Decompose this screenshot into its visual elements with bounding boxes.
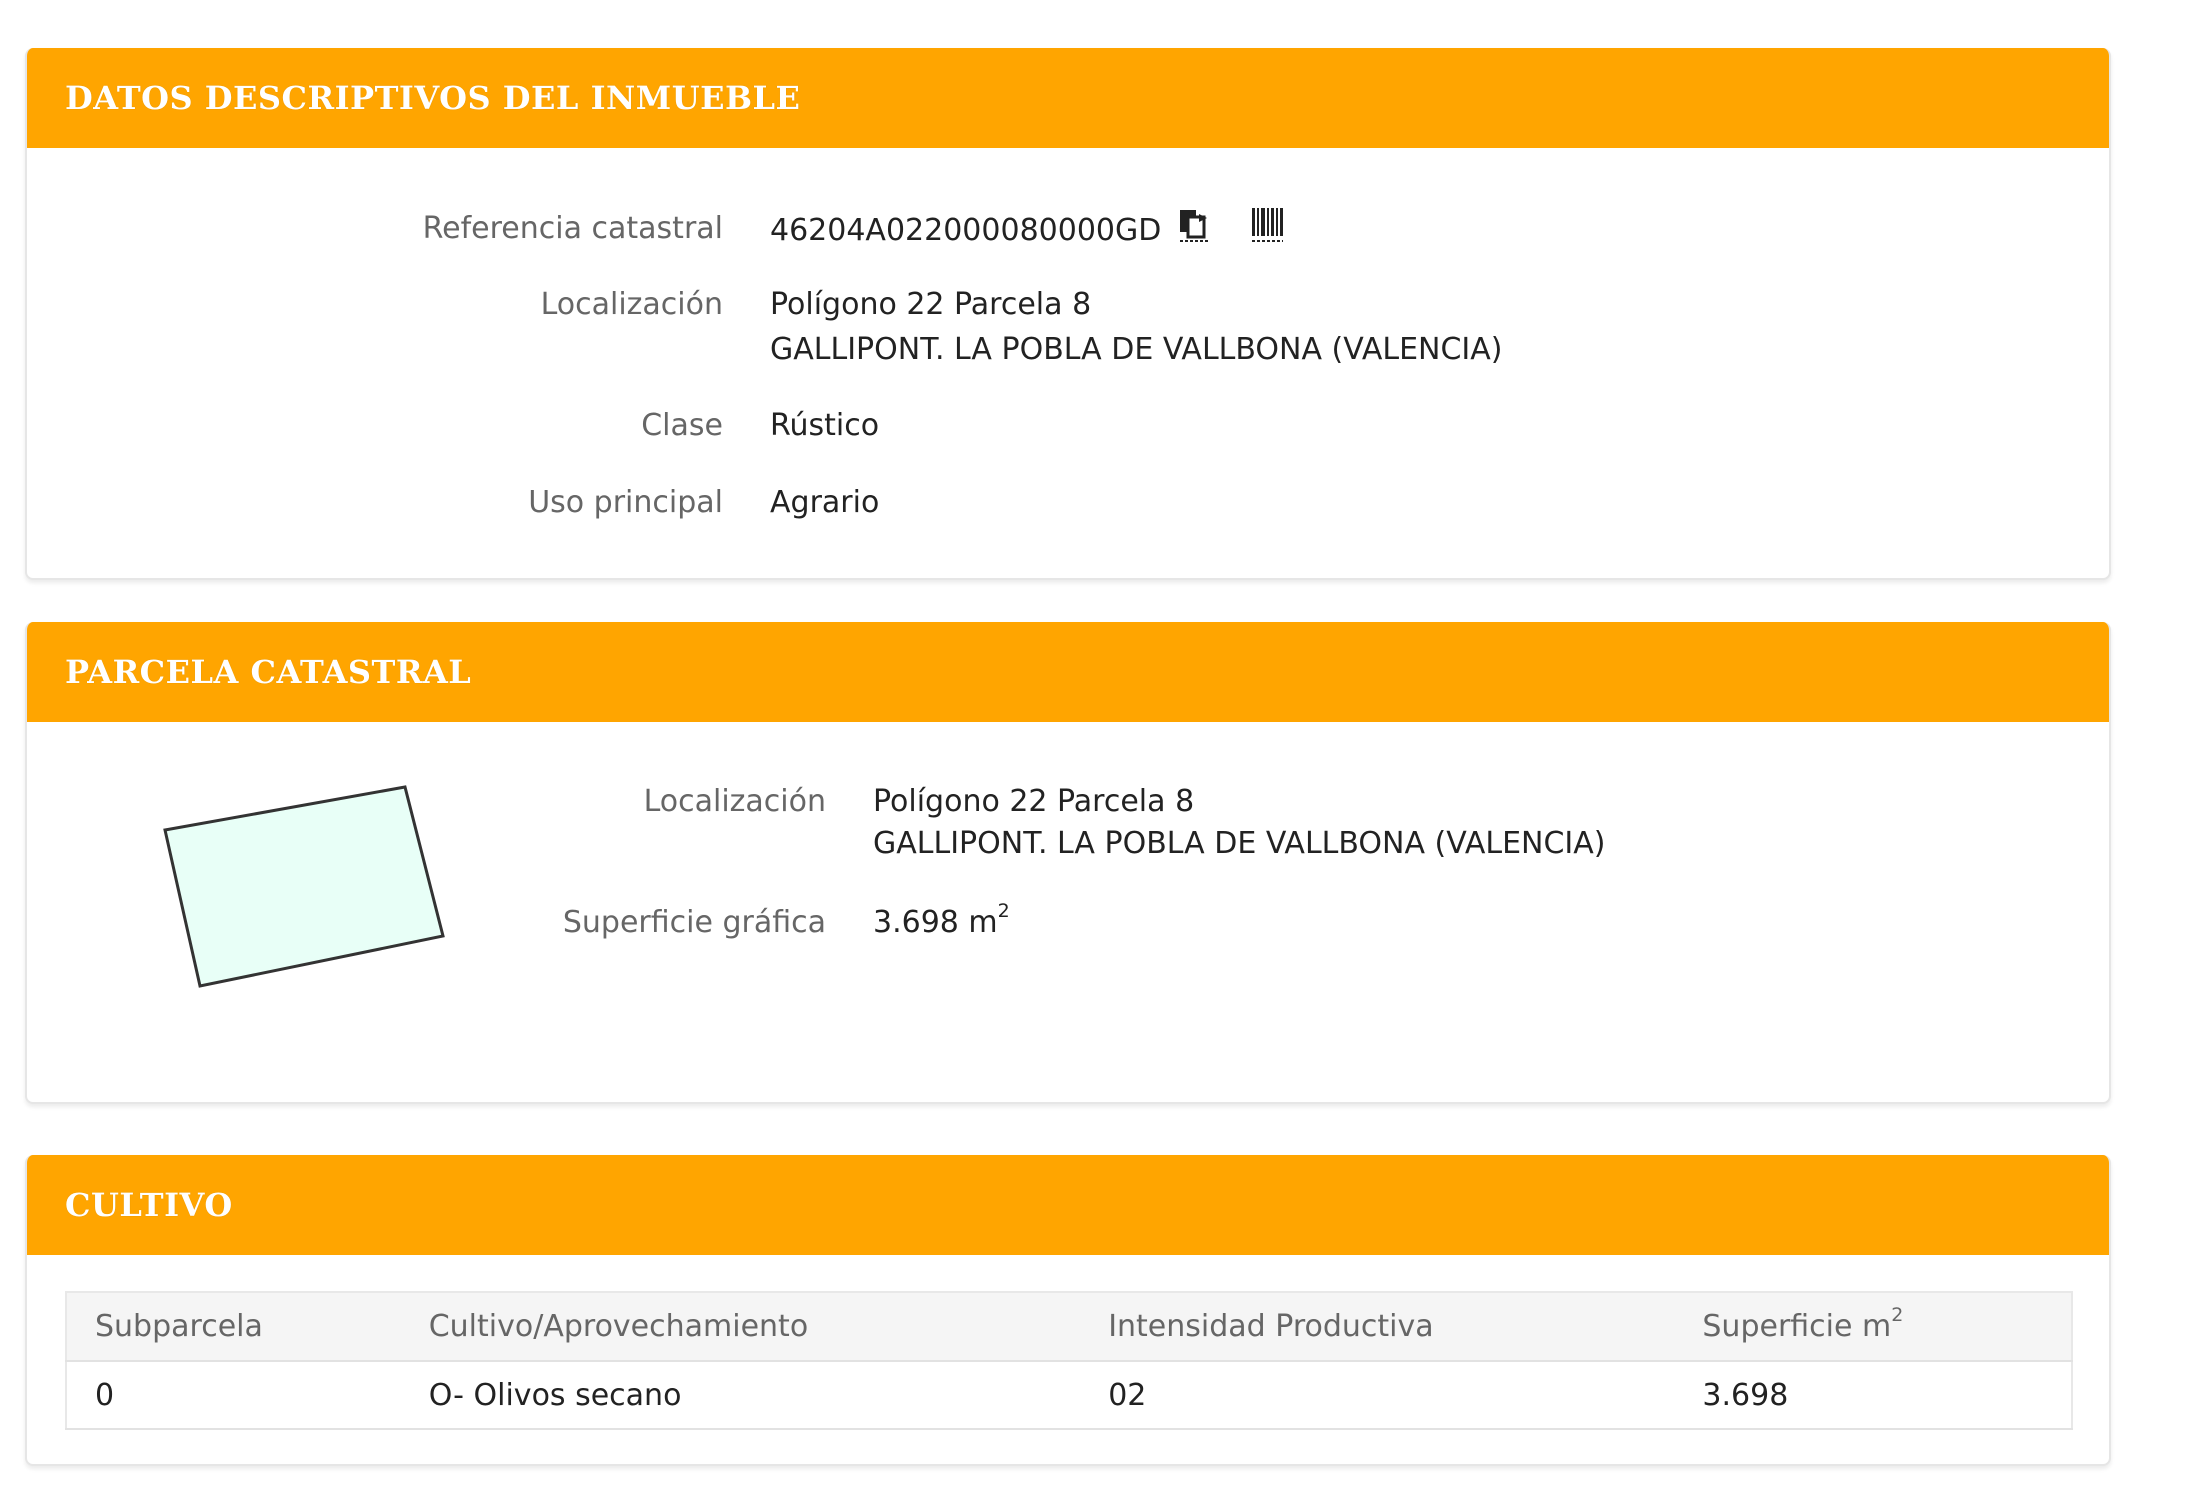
clase-label: Clase <box>641 408 723 443</box>
cultivo-table-header-row: Subparcela Cultivo/Aprovechamiento Inten… <box>65 1291 2073 1362</box>
parcela-catastral-panel: PARCELA CATASTRAL Localización Polígono … <box>25 622 2111 1104</box>
referencia-catastral-label: Referencia catastral <box>422 211 723 246</box>
superficie-grafica-label: Superficie gráfica <box>562 905 826 940</box>
superficie-grafica-text: 3.698 m <box>873 905 998 940</box>
cell-intensidad: 02 <box>1080 1361 1675 1430</box>
parcel-map[interactable] <box>137 777 482 1067</box>
table-row: 0 O- Olivos secano 02 3.698 <box>65 1361 2073 1430</box>
referencia-catastral-value: 46204A022000080000GD <box>770 206 1284 257</box>
cell-superficie: 3.698 <box>1674 1361 2073 1430</box>
header-superficie: Superficie m2 <box>1674 1291 2073 1362</box>
cell-cultivo: O- Olivos secano <box>400 1361 1081 1430</box>
uso-principal-value: Agrario <box>770 485 880 520</box>
header-cultivo-aprovechamiento: Cultivo/Aprovechamiento <box>400 1291 1081 1362</box>
referencia-catastral-text[interactable]: 46204A022000080000GD <box>770 213 1161 248</box>
parcela-localizacion-label: Localización <box>643 784 826 819</box>
header-subparcela: Subparcela <box>65 1291 401 1362</box>
localizacion-label: Localización <box>540 287 723 322</box>
localizacion-line2: GALLIPONT. LA POBLA DE VALLBONA (VALENCI… <box>770 332 1503 367</box>
cell-subparcela: 0 <box>65 1361 401 1430</box>
datos-descriptivos-panel: DATOS DESCRIPTIVOS DEL INMUEBLE Referenc… <box>25 48 2111 580</box>
localizacion-value: Polígono 22 Parcela 8 GALLIPONT. LA POBL… <box>770 282 1503 372</box>
localizacion-line1: Polígono 22 Parcela 8 <box>770 287 1092 322</box>
clase-value: Rústico <box>770 408 880 443</box>
cultivo-panel: CULTIVO Subparcela Cultivo/Aprovechamien… <box>25 1155 2111 1466</box>
parcel-shape <box>163 785 445 988</box>
cultivo-table: Subparcela Cultivo/Aprovechamiento Inten… <box>65 1291 2073 1430</box>
copy-icon[interactable] <box>1177 206 1211 257</box>
superficie-grafica-value: 3.698 m2 <box>873 900 1010 945</box>
parcela-localizacion-line1: Polígono 22 Parcela 8 <box>873 784 1195 819</box>
uso-principal-label: Uso principal <box>528 485 723 520</box>
header-superficie-sup: 2 <box>1891 1304 1904 1326</box>
parcela-localizacion-line2: GALLIPONT. LA POBLA DE VALLBONA (VALENCI… <box>873 826 1606 861</box>
header-superficie-text: Superficie m <box>1702 1309 1892 1344</box>
superficie-grafica-unit-sup: 2 <box>997 900 1010 922</box>
barcode-icon[interactable] <box>1250 206 1284 257</box>
cultivo-header: CULTIVO <box>27 1155 2109 1255</box>
datos-descriptivos-header: DATOS DESCRIPTIVOS DEL INMUEBLE <box>27 48 2109 148</box>
parcela-localizacion-value: Polígono 22 Parcela 8 GALLIPONT. LA POBL… <box>873 781 1606 865</box>
parcela-catastral-header: PARCELA CATASTRAL <box>27 622 2109 722</box>
header-intensidad-productiva: Intensidad Productiva <box>1080 1291 1675 1362</box>
